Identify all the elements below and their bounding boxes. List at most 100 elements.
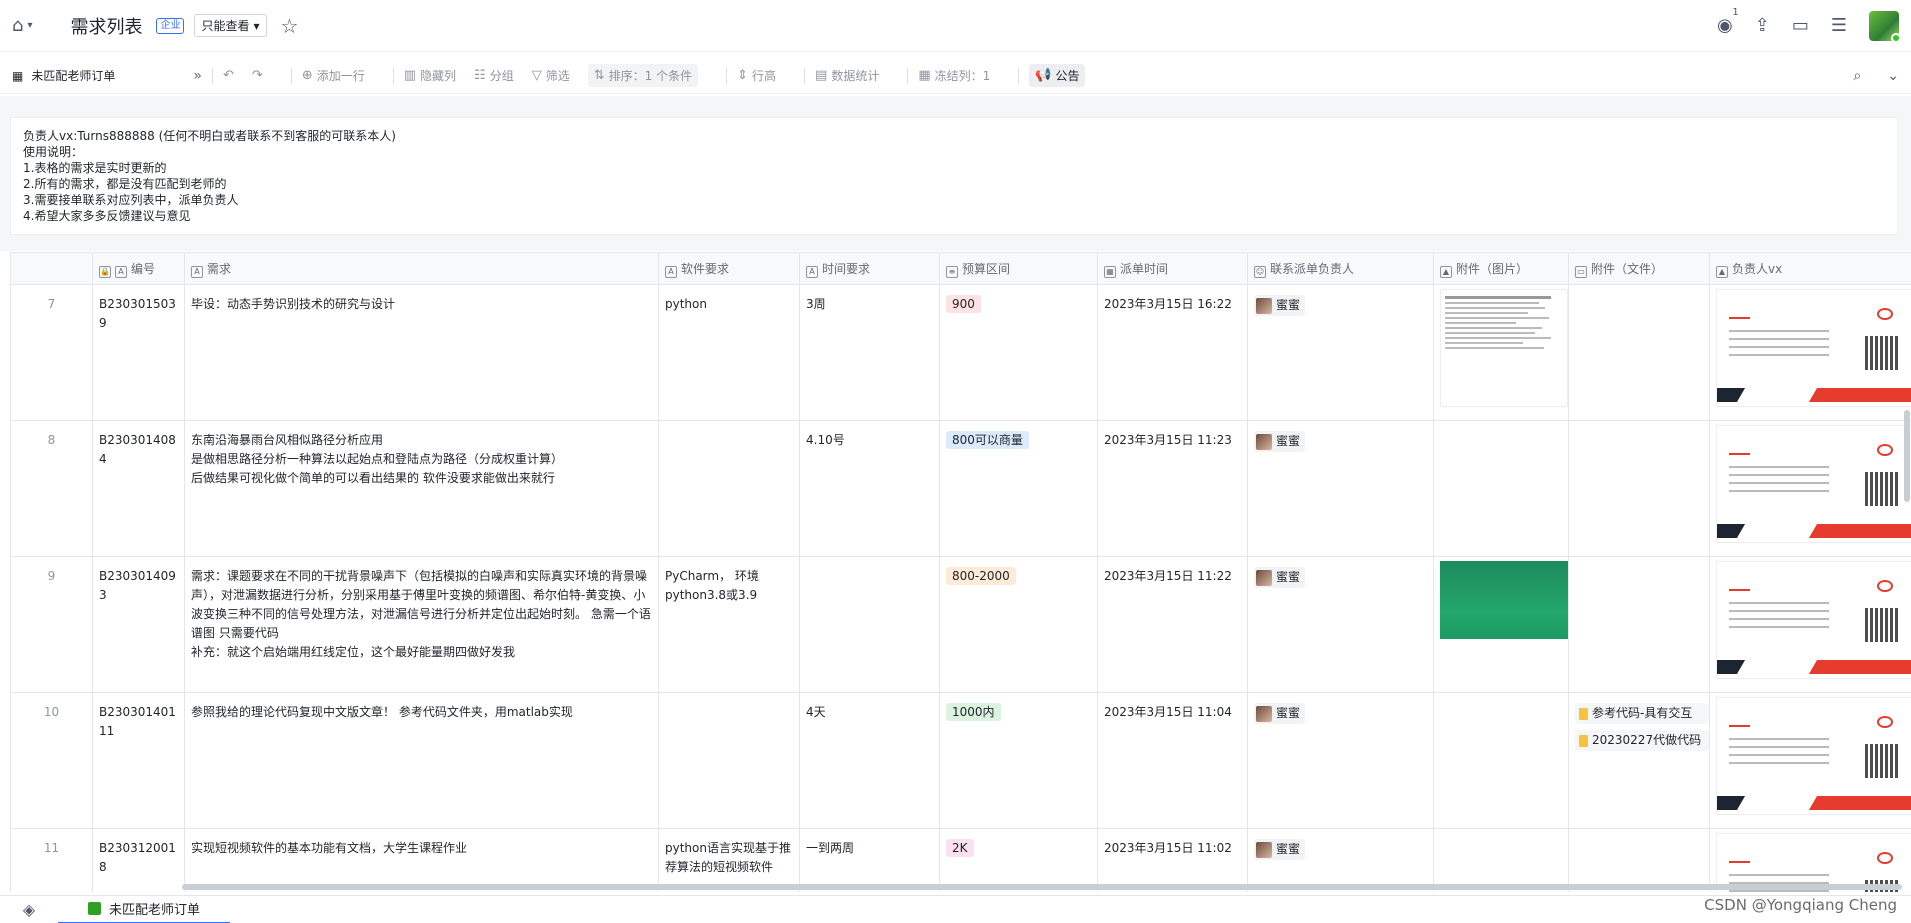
cell-software[interactable]: PyCharm， 环境python3.8或3.9 bbox=[658, 556, 800, 693]
person-chip[interactable]: 蜜蜜 bbox=[1254, 295, 1306, 316]
cell-time[interactable] bbox=[799, 556, 940, 693]
person-chip[interactable]: 蜜蜜 bbox=[1254, 567, 1306, 588]
cell-id[interactable]: B23030140111 bbox=[92, 692, 185, 829]
column-header-owner[interactable]: ☺ 联系派单负责人 bbox=[1247, 252, 1434, 285]
cell-owner[interactable]: 蜜蜜 bbox=[1247, 284, 1434, 421]
hide-columns-button[interactable]: ▥ 隐藏列 bbox=[404, 67, 456, 84]
column-header-file-attachment[interactable]: ▭ 附件（文件） bbox=[1568, 252, 1710, 285]
business-card-thumbnail[interactable] bbox=[1716, 289, 1911, 407]
cell-time[interactable]: 一到两周 bbox=[799, 828, 940, 892]
column-header-id[interactable]: 🔒 A 编号 bbox=[92, 252, 185, 285]
undo-button[interactable]: ↶ bbox=[223, 68, 234, 83]
cell-owner[interactable]: 蜜蜜 bbox=[1247, 420, 1434, 557]
cell-requirement[interactable]: 毕设：动态手势识别技术的研究与设计 bbox=[184, 284, 659, 421]
column-header-image-attachment[interactable]: ▲ 附件（图片） bbox=[1433, 252, 1569, 285]
cell-time[interactable]: 4.10号 bbox=[799, 420, 940, 557]
cell-id[interactable]: B2303014084 bbox=[92, 420, 185, 557]
cell-file-attachment[interactable]: 参考代码-具有交互 20230227代做代码 bbox=[1568, 692, 1710, 829]
table-row[interactable]: 10 B23030140111 参照我给的理论代码复现中文版文章！ 参考代码文件… bbox=[10, 692, 1911, 829]
group-button[interactable]: ☷ 分组 bbox=[474, 67, 514, 84]
cell-id[interactable]: B2303120018 bbox=[92, 828, 185, 892]
star-icon[interactable]: ☆ bbox=[281, 14, 299, 38]
cell-dispatch-time[interactable]: 2023年3月15日 11:04 bbox=[1097, 692, 1248, 829]
cell-budget[interactable]: 800可以商量 bbox=[939, 420, 1098, 557]
sheet-tab[interactable]: 未匹配老师订单 bbox=[58, 896, 231, 923]
cell-time[interactable]: 4天 bbox=[799, 692, 940, 829]
cell-dispatch-time[interactable]: 2023年3月15日 11:23 bbox=[1097, 420, 1248, 557]
column-header-owner-vx[interactable]: ▲ 负责人vx bbox=[1709, 252, 1911, 285]
layers-icon[interactable]: ◈ bbox=[0, 900, 58, 919]
person-chip[interactable]: 蜜蜜 bbox=[1254, 703, 1306, 724]
cell-owner[interactable]: 蜜蜜 bbox=[1247, 692, 1434, 829]
column-header-budget[interactable]: ≡ 预算区间 bbox=[939, 252, 1098, 285]
file-attachment[interactable]: 20230227代做代码 bbox=[1575, 730, 1709, 751]
cell-owner[interactable]: 蜜蜜 bbox=[1247, 828, 1434, 892]
cell-budget[interactable]: 2K bbox=[939, 828, 1098, 892]
file-attachment[interactable]: 参考代码-具有交互 bbox=[1575, 703, 1709, 724]
cell-image-attachment[interactable] bbox=[1433, 420, 1569, 557]
cell-requirement[interactable]: 东南沿海暴雨台风相似路径分析应用 是做相思路径分析一种算法以起始点和登陆点为路径（… bbox=[184, 420, 659, 557]
permission-dropdown[interactable]: 只能查看 ▾ bbox=[194, 14, 267, 37]
column-header-requirement[interactable]: A 需求 bbox=[184, 252, 659, 285]
comment-icon[interactable]: ▭ bbox=[1792, 15, 1809, 36]
cell-file-attachment[interactable] bbox=[1568, 420, 1710, 557]
sort-button[interactable]: ⇅ 排序：1 个条件 bbox=[587, 64, 699, 87]
person-chip[interactable]: 蜜蜜 bbox=[1254, 431, 1306, 452]
cell-requirement[interactable]: 需求：课题要求在不同的干扰背景噪声下（包括模拟的白噪声和实际真实环境的背景噪声）… bbox=[184, 556, 659, 693]
viewers-icon[interactable]: ◉ 1 bbox=[1717, 7, 1739, 36]
table-row[interactable]: 7 B2303015039 毕设：动态手势识别技术的研究与设计 python 3… bbox=[10, 284, 1911, 421]
cell-software[interactable]: python bbox=[658, 284, 800, 421]
column-header-software[interactable]: A 软件要求 bbox=[658, 252, 800, 285]
cell-file-attachment[interactable] bbox=[1568, 284, 1710, 421]
cell-image-attachment[interactable] bbox=[1433, 284, 1569, 421]
column-header-time[interactable]: A 时间要求 bbox=[799, 252, 940, 285]
cell-owner-vx[interactable] bbox=[1709, 556, 1911, 693]
stats-button[interactable]: ▤ 数据统计 bbox=[815, 67, 879, 84]
vertical-scrollbar[interactable] bbox=[1904, 410, 1910, 502]
document-image-thumbnail[interactable] bbox=[1440, 289, 1568, 407]
cell-dispatch-time[interactable]: 2023年3月15日 11:02 bbox=[1097, 828, 1248, 892]
share-icon[interactable]: ⇪ bbox=[1755, 15, 1770, 36]
cell-dispatch-time[interactable]: 2023年3月15日 11:22 bbox=[1097, 556, 1248, 693]
home-button[interactable]: ⌂ ▾ bbox=[12, 15, 32, 36]
menu-icon[interactable]: ☰ bbox=[1831, 15, 1847, 36]
cell-dispatch-time[interactable]: 2023年3月15日 16:22 bbox=[1097, 284, 1248, 421]
business-card-thumbnail[interactable] bbox=[1716, 697, 1911, 815]
cell-budget[interactable]: 900 bbox=[939, 284, 1098, 421]
cell-owner-vx[interactable] bbox=[1709, 828, 1911, 892]
business-card-thumbnail[interactable] bbox=[1716, 425, 1911, 543]
column-header-dispatch-time[interactable]: ▦ 派单时间 bbox=[1097, 252, 1248, 285]
cell-requirement[interactable]: 参照我给的理论代码复现中文版文章！ 参考代码文件夹，用matlab实现 bbox=[184, 692, 659, 829]
person-chip[interactable]: 蜜蜜 bbox=[1254, 839, 1306, 860]
view-switcher[interactable]: ▦ 未匹配老师订单 » bbox=[12, 67, 202, 84]
spectrogram-image-thumbnail[interactable] bbox=[1440, 561, 1568, 665]
cell-software[interactable]: python语言实现基于推荐算法的短视频软件 bbox=[658, 828, 800, 892]
table-row[interactable]: 8 B2303014084 东南沿海暴雨台风相似路径分析应用 是做相思路径分析一种… bbox=[10, 420, 1911, 557]
chevron-down-icon[interactable]: ⌄ bbox=[1887, 68, 1899, 84]
add-row-button[interactable]: ⊕ 添加一行 bbox=[302, 67, 365, 84]
row-height-button[interactable]: ⇕ 行高 bbox=[737, 67, 776, 84]
table-row[interactable]: 11 B2303120018 实现短视频软件的基本功能有文档，大学生课程作业 p… bbox=[10, 828, 1911, 892]
notice-button[interactable]: 📢 公告 bbox=[1029, 64, 1086, 87]
freeze-columns-button[interactable]: ▦ 冻结列：1 bbox=[918, 67, 990, 84]
cell-image-attachment[interactable] bbox=[1433, 692, 1569, 829]
cell-image-attachment[interactable] bbox=[1433, 556, 1569, 693]
cell-file-attachment[interactable] bbox=[1568, 828, 1710, 892]
collapse-icon[interactable]: » bbox=[193, 68, 202, 84]
redo-button[interactable]: ↷ bbox=[252, 68, 263, 83]
cell-id[interactable]: B2303015039 bbox=[92, 284, 185, 421]
cell-owner-vx[interactable] bbox=[1709, 420, 1911, 557]
cell-owner-vx[interactable] bbox=[1709, 284, 1911, 421]
cell-owner-vx[interactable] bbox=[1709, 692, 1911, 829]
cell-file-attachment[interactable] bbox=[1568, 556, 1710, 693]
business-card-thumbnail[interactable] bbox=[1716, 561, 1911, 679]
cell-budget[interactable]: 800-2000 bbox=[939, 556, 1098, 693]
table-row[interactable]: 9 B2303014093 需求：课题要求在不同的干扰背景噪声下（包括模拟的白噪… bbox=[10, 556, 1911, 693]
search-icon[interactable]: ⌕ bbox=[1853, 68, 1861, 84]
horizontal-scrollbar[interactable] bbox=[182, 884, 1902, 890]
cell-software[interactable] bbox=[658, 692, 800, 829]
cell-image-attachment[interactable] bbox=[1433, 828, 1569, 892]
cell-software[interactable] bbox=[658, 420, 800, 557]
cell-owner[interactable]: 蜜蜜 bbox=[1247, 556, 1434, 693]
cell-budget[interactable]: 1000内 bbox=[939, 692, 1098, 829]
